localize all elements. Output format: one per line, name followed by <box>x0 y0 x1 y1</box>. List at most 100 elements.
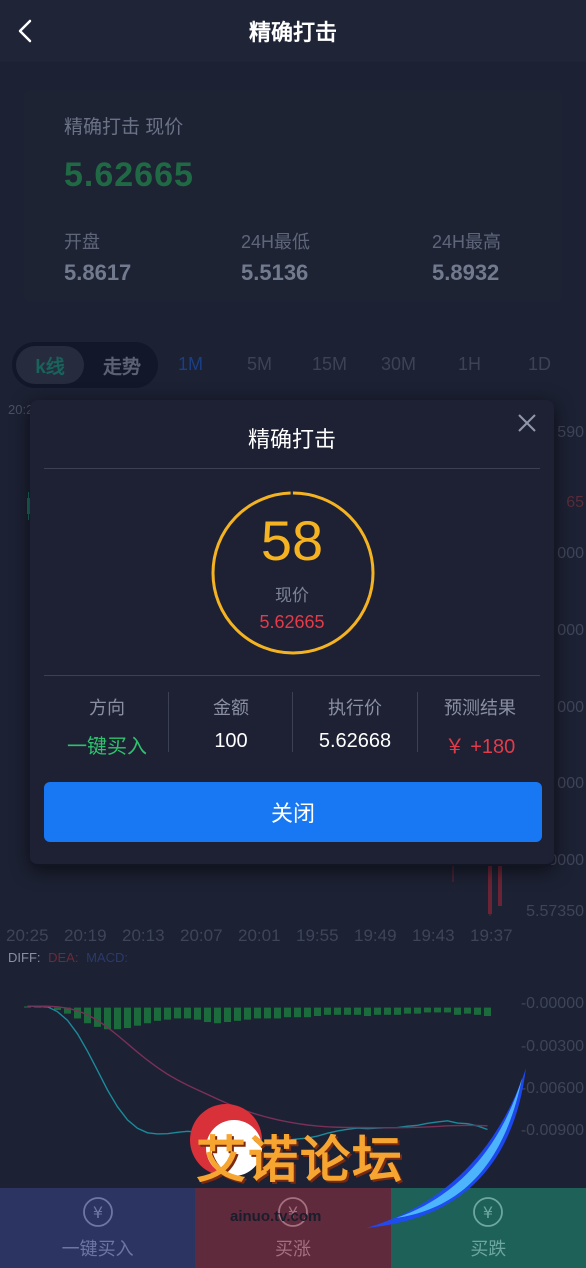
modal-title: 精确打击 <box>247 427 336 452</box>
macd-bar <box>474 1007 481 1015</box>
time-axis-label: 19:37 <box>470 926 513 945</box>
macd-bar <box>464 1007 471 1014</box>
macd-bar <box>424 1007 431 1013</box>
macd-bar <box>294 1007 301 1018</box>
amount-label: 金额 <box>213 698 249 718</box>
macd-bar <box>364 1007 371 1017</box>
interval-1m[interactable]: 1M <box>178 354 203 375</box>
interval-1h[interactable]: 1H <box>458 354 481 375</box>
macd-bar <box>224 1007 231 1023</box>
direction-info: 方向 一键买入 <box>44 694 170 759</box>
result-modal: 精确打击 58 现价 5.62665 方向 一键买入 金额 100 执行价 5.… <box>30 400 554 866</box>
macd-bar <box>254 1007 261 1019</box>
rise-label: 买涨 <box>274 1239 311 1259</box>
macd-bar <box>354 1007 361 1015</box>
macd-bar <box>274 1007 281 1019</box>
time-axis-label: 20:19 <box>64 926 107 945</box>
direction-label: 方向 <box>89 698 125 718</box>
macd-bar <box>54 1007 61 1011</box>
chart-tabs: k线 走势 1M 5M 15M 30M 1H 1D <box>0 336 586 394</box>
candle <box>498 866 502 906</box>
exec-price-label: 执行价 <box>328 698 382 718</box>
price-card-label: 精确打击 现价 <box>64 117 184 138</box>
macd-axis-label: -0.00300 <box>520 1038 584 1055</box>
macd-bar <box>384 1007 391 1015</box>
macd-bar <box>174 1007 181 1019</box>
yen-circle-icon: ¥ <box>82 1197 113 1227</box>
current-price-label: 现价 <box>275 586 309 605</box>
exec-price-info: 执行价 5.62668 <box>292 694 418 753</box>
macd-bar <box>344 1007 351 1015</box>
macd-bar <box>244 1007 251 1020</box>
macd-bar <box>124 1007 131 1029</box>
macd-bar <box>184 1007 191 1019</box>
mode-toggle: k线 走势 <box>12 342 158 388</box>
direction-value: 一键买入 <box>67 736 147 758</box>
macd-bar <box>454 1007 461 1015</box>
macd-bar <box>314 1007 321 1017</box>
low-value: 5.5136 <box>241 260 309 285</box>
buy-label: 一键买入 <box>61 1239 134 1259</box>
result-info: 预测结果 ￥ +180 <box>417 694 543 759</box>
macd-bar <box>444 1007 451 1013</box>
macd-bar <box>284 1007 291 1018</box>
fall-label: 买跌 <box>470 1239 507 1259</box>
macd-bar <box>114 1007 121 1030</box>
high-value: 5.8932 <box>432 260 500 285</box>
dea-label: DEA: <box>48 950 79 965</box>
macd-legend: DIFF: DEA: MACD: <box>8 950 128 965</box>
interval-30m[interactable]: 30M <box>381 354 416 375</box>
exec-price-value: 5.62668 <box>318 730 392 752</box>
back-icon[interactable] <box>12 16 40 46</box>
result-value: ￥ +180 <box>444 736 516 758</box>
time-axis-label: 20:13 <box>122 926 165 945</box>
macd-bar <box>374 1007 381 1015</box>
svg-text:¥: ¥ <box>93 1203 103 1222</box>
tab-kline[interactable]: k线 <box>16 346 84 384</box>
low-label: 24H最低 <box>241 232 311 252</box>
macd-bar <box>434 1007 441 1013</box>
divider <box>44 675 540 676</box>
watermark-subtext: ainuo.tv.com <box>230 1208 322 1225</box>
macd-bar <box>394 1007 401 1015</box>
time-axis-label: 20:01 <box>238 926 281 945</box>
macd-bar <box>134 1007 141 1026</box>
time-axis-label: 20:25 <box>6 926 49 945</box>
macd-bar <box>404 1007 411 1014</box>
time-axis-label: 19:49 <box>354 926 397 945</box>
macd-bar <box>264 1007 271 1019</box>
tab-trend[interactable]: 走势 <box>90 346 154 384</box>
page-title: 精确打击 <box>248 20 337 45</box>
macd-bar <box>484 1007 491 1017</box>
interval-5m[interactable]: 5M <box>247 354 272 375</box>
macd-bar <box>324 1007 331 1015</box>
high-stat: 24H最高 5.8932 <box>432 228 501 286</box>
countdown-number: 58 <box>260 509 324 572</box>
close-button[interactable]: 关闭 <box>44 782 542 842</box>
current-price: 5.62665 <box>64 156 194 194</box>
open-label: 开盘 <box>64 232 100 252</box>
open-value: 5.8617 <box>64 260 132 285</box>
macd-label: MACD: <box>86 950 128 965</box>
macd-bar <box>234 1007 241 1021</box>
time-axis-label: 20:07 <box>180 926 223 945</box>
macd-bar <box>74 1007 81 1019</box>
watermark-text: 艾诺论坛 <box>196 1131 404 1189</box>
top-header: 精确打击 <box>0 0 586 62</box>
macd-bar <box>414 1007 421 1014</box>
macd-bar <box>334 1007 341 1015</box>
time-axis-label: 19:55 <box>296 926 339 945</box>
result-label: 预测结果 <box>444 698 516 718</box>
interval-15m[interactable]: 15M <box>312 354 347 375</box>
one-click-buy-button[interactable]: ¥ 一键买入 <box>0 1188 196 1268</box>
amount-info: 金额 100 <box>168 694 294 753</box>
time-axis-label: 19:43 <box>412 926 455 945</box>
macd-bar <box>94 1007 101 1027</box>
amount-value: 100 <box>214 730 248 752</box>
macd-bar <box>164 1007 171 1020</box>
macd-bar <box>304 1007 311 1018</box>
interval-1d[interactable]: 1D <box>528 354 551 375</box>
open-stat: 开盘 5.8617 <box>64 228 131 286</box>
modal-current-price: 5.62665 <box>259 612 325 632</box>
macd-bar <box>154 1007 161 1021</box>
